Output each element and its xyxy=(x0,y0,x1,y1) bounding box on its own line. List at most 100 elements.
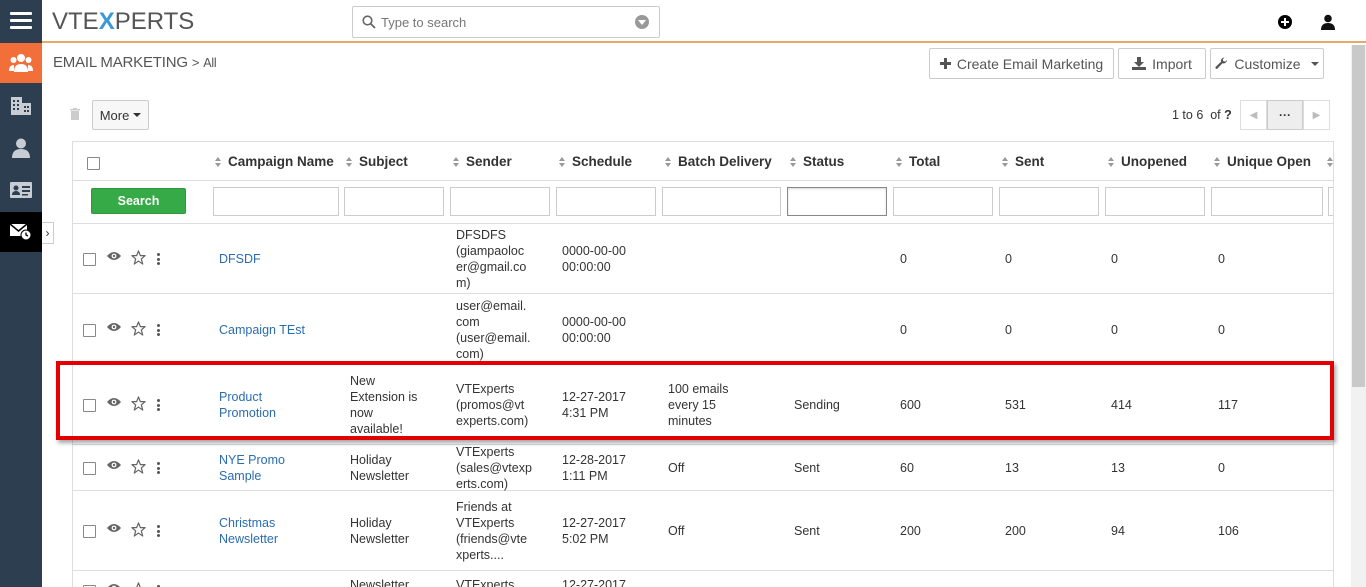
row-checkbox[interactable] xyxy=(83,399,96,412)
search-input[interactable] xyxy=(381,12,621,32)
organizations-icon[interactable] xyxy=(0,86,42,126)
cell-total: 60 xyxy=(900,460,914,476)
column-header-unique-open[interactable]: Unique Open xyxy=(1214,154,1311,169)
row-checkbox[interactable] xyxy=(83,253,96,266)
eye-icon[interactable] xyxy=(107,397,121,407)
more-options-icon[interactable] xyxy=(157,324,160,336)
cell-campaign-name[interactable]: Product Promotion xyxy=(219,389,276,421)
filter-extra[interactable] xyxy=(1328,187,1333,216)
import-button[interactable]: Import xyxy=(1118,48,1206,79)
star-icon[interactable] xyxy=(131,250,146,265)
cell-subject: New Extension is now available! xyxy=(350,373,417,437)
table-row[interactable]: Newsletter VTExperts(marketing@ 12-27-2017 xyxy=(73,571,1333,587)
cell-campaign-name[interactable]: Campaign TEst xyxy=(219,322,305,338)
star-icon[interactable] xyxy=(131,396,146,411)
column-header-total[interactable]: Total xyxy=(896,154,940,169)
contact-card-icon[interactable] xyxy=(0,170,42,210)
filter-sender[interactable] xyxy=(450,187,550,216)
cell-campaign-name-line[interactable]: Christmas xyxy=(219,515,278,531)
column-header-unopened[interactable]: Unopened xyxy=(1108,154,1187,169)
more-options-icon[interactable] xyxy=(157,525,160,537)
row-checkbox[interactable] xyxy=(83,525,96,538)
cell-campaign-name[interactable]: DFSDF xyxy=(219,251,261,267)
customize-button[interactable]: Customize xyxy=(1210,48,1324,79)
cell-campaign-name[interactable]: NYE Promo Sample xyxy=(219,452,285,484)
table-row[interactable]: Product Promotion New Extension is now availa… xyxy=(73,365,1333,445)
quick-create-icon[interactable] xyxy=(1278,15,1292,29)
filter-unique-open[interactable] xyxy=(1211,187,1323,216)
cell-campaign-name[interactable]: Christmas Newsletter xyxy=(219,515,278,547)
eye-icon[interactable] xyxy=(107,583,121,587)
previous-page-button[interactable]: ◀ xyxy=(1240,100,1267,130)
vtexperts-logo[interactable]: VTEXPERTS xyxy=(52,8,194,36)
person-icon[interactable] xyxy=(0,128,42,168)
top-bar: VTEXPERTS xyxy=(42,0,1366,43)
email-marketing-icon[interactable] xyxy=(0,212,42,252)
table-row[interactable]: NYE Promo Sample Holiday Newsletter VTExpert… xyxy=(73,445,1333,491)
table-row[interactable]: Campaign TEst user@email. com (user@email. c… xyxy=(73,294,1333,365)
create-email-marketing-button[interactable]: Create Email Marketing xyxy=(929,48,1114,79)
cell-campaign-name-line[interactable]: Campaign TEst xyxy=(219,322,305,338)
cell-unique-open: 117 xyxy=(1218,397,1238,413)
column-header-sender[interactable]: Sender xyxy=(453,154,512,169)
column-header-subject[interactable]: Subject xyxy=(346,154,408,169)
cell-campaign-name-line[interactable]: Product xyxy=(219,389,276,405)
cell-subject-line: Holiday xyxy=(350,453,392,467)
scrollbar-thumb[interactable] xyxy=(1352,45,1365,387)
filter-total[interactable] xyxy=(893,187,993,216)
column-header-status[interactable]: Status xyxy=(790,154,844,169)
page-jump-button[interactable]: ··· xyxy=(1267,100,1303,130)
cell-campaign-name-line[interactable]: Sample xyxy=(219,468,285,484)
filter-schedule[interactable] xyxy=(556,187,656,216)
filter-unopened[interactable] xyxy=(1105,187,1205,216)
column-header-campaign-name[interactable]: Campaign Name xyxy=(215,154,334,169)
cell-sent: 531 xyxy=(1005,397,1026,413)
star-icon[interactable] xyxy=(131,459,146,474)
module-header: EMAIL MARKETING > All Create Email Marketi… xyxy=(42,45,1366,85)
filter-sent[interactable] xyxy=(999,187,1099,216)
module-title[interactable]: EMAIL MARKETING xyxy=(53,54,188,71)
row-checkbox[interactable] xyxy=(83,462,96,475)
total-count-button[interactable]: ? xyxy=(1224,108,1232,122)
filter-subject[interactable] xyxy=(344,187,444,216)
cell-status-line: Sent xyxy=(794,524,820,538)
cell-campaign-name-line[interactable]: Newsletter xyxy=(219,531,278,547)
trash-icon[interactable] xyxy=(70,108,80,120)
table-row[interactable]: DFSDF DFSDFS (giampaoloc er@gmail.co m) 0000-… xyxy=(73,224,1333,294)
next-page-button[interactable]: ▶ xyxy=(1303,100,1330,130)
select-all-checkbox[interactable] xyxy=(87,157,100,170)
row-checkbox[interactable] xyxy=(83,324,96,337)
column-header-sent[interactable]: Sent xyxy=(1002,154,1044,169)
more-options-icon[interactable] xyxy=(157,399,160,411)
filter-campaign-name[interactable] xyxy=(213,187,339,216)
more-options-icon[interactable] xyxy=(157,462,160,474)
star-icon[interactable] xyxy=(131,522,146,537)
sort-icon[interactable] xyxy=(1327,154,1333,169)
eye-icon[interactable] xyxy=(107,251,121,261)
expand-arrow-icon[interactable]: › xyxy=(42,222,54,244)
user-profile-icon[interactable] xyxy=(1320,14,1336,30)
contacts-group-icon[interactable] xyxy=(0,43,42,83)
column-header-schedule[interactable]: Schedule xyxy=(559,154,632,169)
filter-status[interactable] xyxy=(787,187,887,216)
star-icon[interactable] xyxy=(131,321,146,336)
cell-campaign-name-line[interactable]: NYE Promo xyxy=(219,452,285,468)
cell-sender-line: experts.com) xyxy=(456,414,529,428)
eye-icon[interactable] xyxy=(107,460,121,470)
sort-icon xyxy=(346,157,353,167)
more-options-icon[interactable] xyxy=(157,253,160,265)
filter-batch-delivery[interactable] xyxy=(662,187,781,216)
column-header-batch-delivery[interactable]: Batch Delivery xyxy=(665,154,772,169)
search-options-dropdown-icon[interactable] xyxy=(635,15,649,29)
cell-unopened: 0 xyxy=(1111,322,1118,338)
eye-icon[interactable] xyxy=(107,523,121,533)
search-button[interactable]: Search xyxy=(91,188,186,214)
cell-campaign-name-line[interactable]: Promotion xyxy=(219,405,276,421)
table-row[interactable]: Christmas Newsletter Holiday Newsletter Frie… xyxy=(73,491,1333,571)
eye-icon[interactable] xyxy=(107,322,121,332)
star-icon[interactable] xyxy=(131,582,146,587)
cell-campaign-name-line[interactable]: DFSDF xyxy=(219,251,261,267)
menu-icon[interactable] xyxy=(0,0,42,42)
more-actions-button[interactable]: More xyxy=(92,100,149,130)
cell-schedule-line: 0000-00-00 xyxy=(562,244,626,258)
